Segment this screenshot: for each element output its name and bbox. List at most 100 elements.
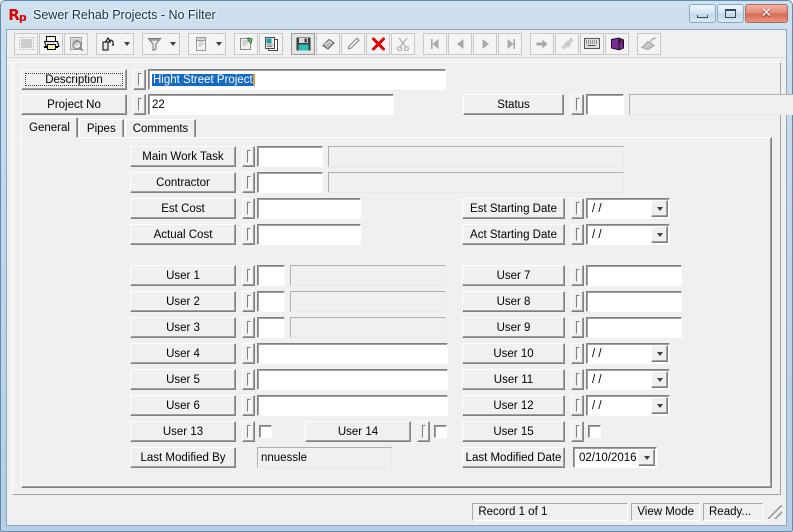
edit-pencil-icon[interactable] bbox=[341, 32, 365, 55]
user-10-marker-icon[interactable] bbox=[571, 343, 584, 364]
goto-record-icon[interactable] bbox=[530, 32, 554, 55]
act-starting-date-picker[interactable]: / / bbox=[586, 224, 670, 245]
resize-grip-icon[interactable] bbox=[768, 505, 782, 519]
contractor-marker-icon[interactable] bbox=[242, 172, 255, 193]
user-11-label-button[interactable]: User 11 bbox=[462, 369, 565, 390]
user-8-input[interactable] bbox=[586, 291, 682, 312]
contractor-label-button[interactable]: Contractor bbox=[130, 172, 236, 193]
link-attachment-icon[interactable] bbox=[555, 32, 579, 55]
sort-icon[interactable] bbox=[96, 32, 120, 55]
user-13-checkbox[interactable] bbox=[259, 425, 272, 438]
keyboard-icon[interactable] bbox=[580, 32, 604, 55]
user-15-checkbox[interactable] bbox=[588, 425, 601, 438]
user-2-label-button[interactable]: User 2 bbox=[130, 291, 236, 312]
user-5-label-button[interactable]: User 5 bbox=[130, 369, 236, 390]
project-no-label-button[interactable]: Project No bbox=[21, 94, 127, 115]
tab-general[interactable]: General bbox=[21, 117, 78, 138]
save-disk-icon[interactable] bbox=[291, 32, 315, 55]
status-field-marker-icon[interactable] bbox=[571, 94, 584, 115]
actual-cost-label-button[interactable]: Actual Cost bbox=[130, 224, 236, 245]
new-record-icon[interactable] bbox=[316, 32, 340, 55]
user-10-chevron-down-icon[interactable] bbox=[651, 345, 668, 362]
user-13-marker-icon[interactable] bbox=[242, 421, 255, 442]
user-14-label-button[interactable]: User 14 bbox=[305, 421, 411, 442]
user-3-code-input[interactable] bbox=[257, 317, 285, 338]
user-6-label-button[interactable]: User 6 bbox=[130, 395, 236, 416]
user-15-label-button[interactable]: User 15 bbox=[462, 421, 565, 442]
close-button[interactable]: ✕ bbox=[745, 4, 788, 23]
user-5-input[interactable] bbox=[257, 369, 448, 390]
status-label-button[interactable]: Status bbox=[463, 94, 564, 115]
last-modified-date-chevron-down-icon[interactable] bbox=[638, 449, 655, 466]
printer-icon[interactable] bbox=[39, 32, 63, 55]
rp-logo-icon[interactable]: Rp bbox=[7, 5, 27, 25]
report-icon[interactable] bbox=[188, 32, 212, 55]
minimize-button[interactable] bbox=[689, 4, 716, 23]
user-9-input[interactable] bbox=[586, 317, 682, 338]
user-12-label-button[interactable]: User 12 bbox=[462, 395, 565, 416]
est-starting-date-label-button[interactable]: Est Starting Date bbox=[462, 198, 565, 219]
user-11-marker-icon[interactable] bbox=[571, 369, 584, 390]
report-dropdown-arrow-icon[interactable] bbox=[213, 32, 226, 55]
user-14-marker-icon[interactable] bbox=[417, 421, 430, 442]
user-12-marker-icon[interactable] bbox=[571, 395, 584, 416]
user-14-checkbox[interactable] bbox=[434, 425, 447, 438]
project-no-field-marker-icon[interactable] bbox=[133, 94, 146, 115]
delete-x-icon[interactable] bbox=[366, 32, 390, 55]
user-1-label-button[interactable]: User 1 bbox=[130, 265, 236, 286]
user-1-marker-icon[interactable] bbox=[242, 265, 255, 286]
main-work-task-code-input[interactable] bbox=[257, 146, 323, 167]
user-4-label-button[interactable]: User 4 bbox=[130, 343, 236, 364]
last-modified-date-picker[interactable]: 02/10/2016 bbox=[573, 447, 657, 468]
last-modified-by-label-button[interactable]: Last Modified By bbox=[130, 447, 236, 468]
user-10-date-picker[interactable]: / / bbox=[586, 343, 670, 364]
user-6-marker-icon[interactable] bbox=[242, 395, 255, 416]
description-label-button[interactable]: Description bbox=[21, 69, 127, 90]
user-7-label-button[interactable]: User 7 bbox=[462, 265, 565, 286]
copy-records-icon[interactable] bbox=[259, 32, 283, 55]
est-cost-marker-icon[interactable] bbox=[242, 198, 255, 219]
actual-cost-marker-icon[interactable] bbox=[242, 224, 255, 245]
properties-icon[interactable] bbox=[234, 32, 258, 55]
export-icon[interactable] bbox=[637, 32, 661, 55]
main-work-task-label-button[interactable]: Main Work Task bbox=[130, 146, 236, 167]
status-code-input[interactable] bbox=[586, 94, 624, 115]
contractor-code-input[interactable] bbox=[257, 172, 323, 193]
user-1-code-input[interactable] bbox=[257, 265, 285, 286]
tab-pipes[interactable]: Pipes bbox=[78, 119, 124, 138]
user-2-marker-icon[interactable] bbox=[242, 291, 255, 312]
actual-cost-input[interactable] bbox=[257, 224, 361, 245]
user-9-label-button[interactable]: User 9 bbox=[462, 317, 565, 338]
print-preview-icon[interactable] bbox=[64, 32, 88, 55]
filter-funnel-icon[interactable] bbox=[142, 32, 166, 55]
est-starting-date-marker-icon[interactable] bbox=[571, 198, 584, 219]
est-cost-input[interactable] bbox=[257, 198, 361, 219]
est-cost-label-button[interactable]: Est Cost bbox=[130, 198, 236, 219]
user-11-chevron-down-icon[interactable] bbox=[651, 371, 668, 388]
maximize-button[interactable] bbox=[717, 4, 744, 23]
est-starting-date-chevron-down-icon[interactable] bbox=[651, 200, 668, 217]
main-work-task-marker-icon[interactable] bbox=[242, 146, 255, 167]
user-15-marker-icon[interactable] bbox=[571, 421, 584, 442]
sort-dropdown-arrow-icon[interactable] bbox=[121, 32, 134, 55]
user-9-marker-icon[interactable] bbox=[571, 317, 584, 338]
filter-dropdown-arrow-icon[interactable] bbox=[167, 32, 180, 55]
user-6-input[interactable] bbox=[257, 395, 448, 416]
act-starting-date-chevron-down-icon[interactable] bbox=[651, 226, 668, 243]
user-3-label-button[interactable]: User 3 bbox=[130, 317, 236, 338]
tab-comments[interactable]: Comments bbox=[124, 119, 197, 138]
title-bar[interactable]: Rp Sewer Rehab Projects - No Filter ✕ bbox=[1, 1, 792, 29]
user-12-chevron-down-icon[interactable] bbox=[651, 397, 668, 414]
user-4-input[interactable] bbox=[257, 343, 448, 364]
next-record-icon[interactable] bbox=[473, 32, 497, 55]
project-no-input[interactable]: 22 bbox=[148, 94, 394, 115]
user-4-marker-icon[interactable] bbox=[242, 343, 255, 364]
description-input[interactable]: Hight Street Project bbox=[148, 69, 446, 90]
user-13-label-button[interactable]: User 13 bbox=[130, 421, 236, 442]
user-8-label-button[interactable]: User 8 bbox=[462, 291, 565, 312]
user-7-input[interactable] bbox=[586, 265, 682, 286]
last-record-icon[interactable] bbox=[498, 32, 522, 55]
act-starting-date-label-button[interactable]: Act Starting Date bbox=[462, 224, 565, 245]
user-8-marker-icon[interactable] bbox=[571, 291, 584, 312]
est-starting-date-picker[interactable]: / / bbox=[586, 198, 670, 219]
